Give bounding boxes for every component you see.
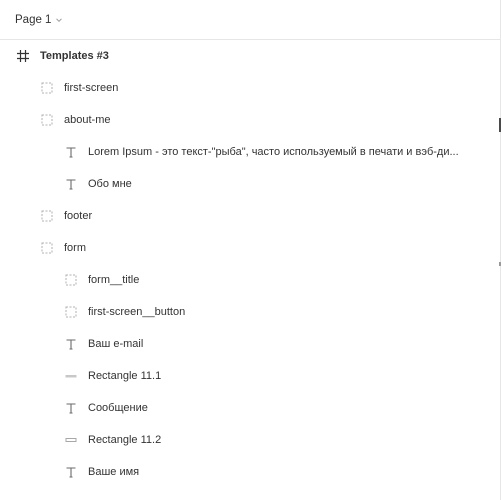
text-icon xyxy=(64,177,78,191)
frame-icon xyxy=(16,49,30,63)
text-icon xyxy=(64,465,78,479)
text-icon xyxy=(64,145,78,159)
text-icon xyxy=(64,401,78,415)
page-selector[interactable]: Page 1 xyxy=(15,12,63,28)
layer-label: Rectangle 11.2 xyxy=(88,434,162,446)
layer-label: Обо мне xyxy=(88,178,132,190)
layer-label: Templates #3 xyxy=(40,50,109,62)
layer-label: first-screen__button xyxy=(88,306,186,318)
group-icon xyxy=(40,113,54,127)
text-icon xyxy=(64,337,78,351)
layer-label: about-me xyxy=(64,114,111,126)
group-icon xyxy=(64,273,78,287)
layer-label: first-screen xyxy=(64,82,119,94)
group-icon xyxy=(40,81,54,95)
layer-row[interactable]: Rectangle 11.2 xyxy=(0,424,496,456)
layer-label: Ваш e-mail xyxy=(88,338,144,350)
layer-row[interactable]: Обо мне xyxy=(0,168,496,200)
layer-label: footer xyxy=(64,210,93,222)
layer-row[interactable]: Rectangle 11.1 xyxy=(0,360,496,392)
layer-label: Ваше имя xyxy=(88,466,140,478)
group-icon xyxy=(40,209,54,223)
rectangle-outline-icon xyxy=(64,433,78,447)
layer-row[interactable]: form__title xyxy=(0,264,496,296)
layer-row[interactable]: Templates #3 xyxy=(0,40,496,72)
layer-row[interactable]: Ваше имя xyxy=(0,456,496,488)
rectangle-filled-icon xyxy=(64,369,78,383)
layer-row[interactable]: about-me xyxy=(0,104,496,136)
layer-row[interactable]: Lorem Ipsum - это текст-"рыба", часто ис… xyxy=(0,136,496,168)
group-icon xyxy=(64,305,78,319)
layer-row[interactable]: form xyxy=(0,232,496,264)
layer-label: form xyxy=(64,242,86,254)
layer-row[interactable]: first-screen xyxy=(0,72,496,104)
layer-row[interactable]: first-screen__button xyxy=(0,296,496,328)
layer-row[interactable]: footer xyxy=(0,200,496,232)
page-selector-label: Page 1 xyxy=(15,14,52,26)
layer-label: Lorem Ipsum - это текст-"рыба", часто ис… xyxy=(88,146,459,158)
layer-label: Rectangle 11.1 xyxy=(88,370,162,382)
layer-row[interactable]: Ваш e-mail xyxy=(0,328,496,360)
group-icon xyxy=(40,241,54,255)
layer-label: Сообщение xyxy=(88,402,148,414)
chevron-down-icon xyxy=(56,18,63,23)
layer-label: form__title xyxy=(88,274,140,286)
layer-row[interactable]: Сообщение xyxy=(0,392,496,424)
page-header: Page 1 xyxy=(0,0,501,40)
